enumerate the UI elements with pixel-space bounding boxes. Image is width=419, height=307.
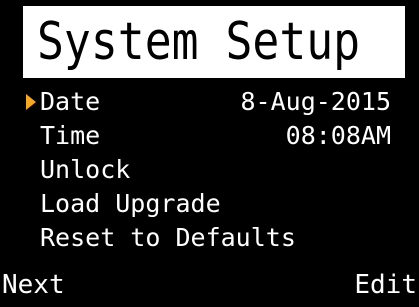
menu-item-reset-to-defaults[interactable]: Reset to Defaults [0,221,419,255]
menu-item-unlock[interactable]: Unlock [0,153,419,187]
title-bar: System Setup [23,6,405,78]
menu-item-time[interactable]: Time 08:08AM [0,119,419,153]
time-value: 08:08AM [285,121,391,150]
softkey-bar: Next Edit [0,266,419,304]
selection-cursor-icon [26,94,36,110]
date-value: 8-Aug-2015 [240,87,391,116]
menu-item-label: Load Upgrade [40,189,221,218]
edit-softkey[interactable]: Edit [354,266,417,304]
menu-item-label: Unlock [40,155,131,184]
menu-item-load-upgrade[interactable]: Load Upgrade [0,187,419,221]
menu-item-label: Time [40,121,101,150]
page-title: System Setup [37,12,361,72]
menu-item-date[interactable]: Date 8-Aug-2015 [0,85,419,119]
device-screen: System Setup Date 8-Aug-2015 Time 08:08A… [0,0,419,307]
menu-item-label: Date [40,87,101,116]
menu-item-label: Reset to Defaults [40,223,296,252]
next-softkey[interactable]: Next [2,266,65,304]
